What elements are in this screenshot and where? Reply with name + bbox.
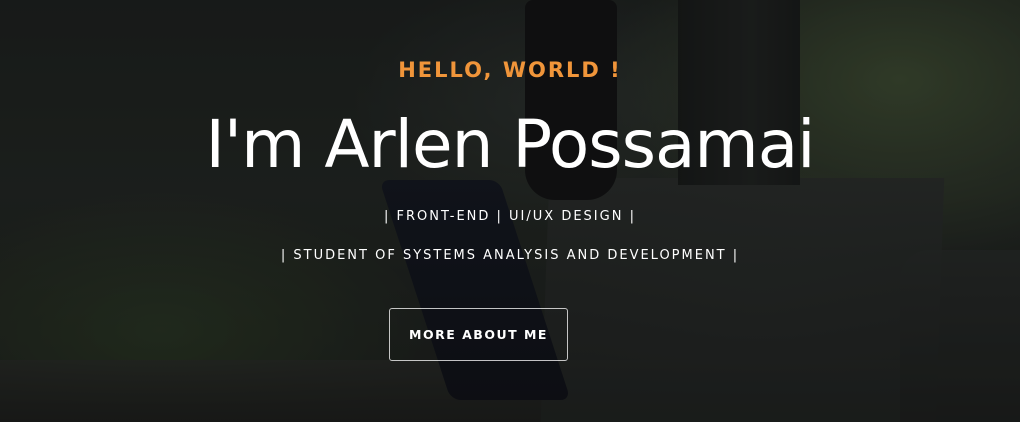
hero-greeting: HELLO, WORLD ! — [398, 58, 622, 82]
hero-section: HELLO, WORLD ! I'm Arlen Possamai | FRON… — [0, 0, 1020, 422]
more-about-me-button[interactable]: MORE ABOUT ME — [389, 308, 568, 361]
hero-role-line: | STUDENT OF SYSTEMS ANALYSIS AND DEVELO… — [280, 248, 740, 263]
hero-content: HELLO, WORLD ! I'm Arlen Possamai | FRON… — [0, 0, 1020, 422]
hero-name: I'm Arlen Possamai — [205, 106, 815, 183]
hero-role-line: | FRONT-END | UI/UX DESIGN | — [384, 209, 636, 224]
